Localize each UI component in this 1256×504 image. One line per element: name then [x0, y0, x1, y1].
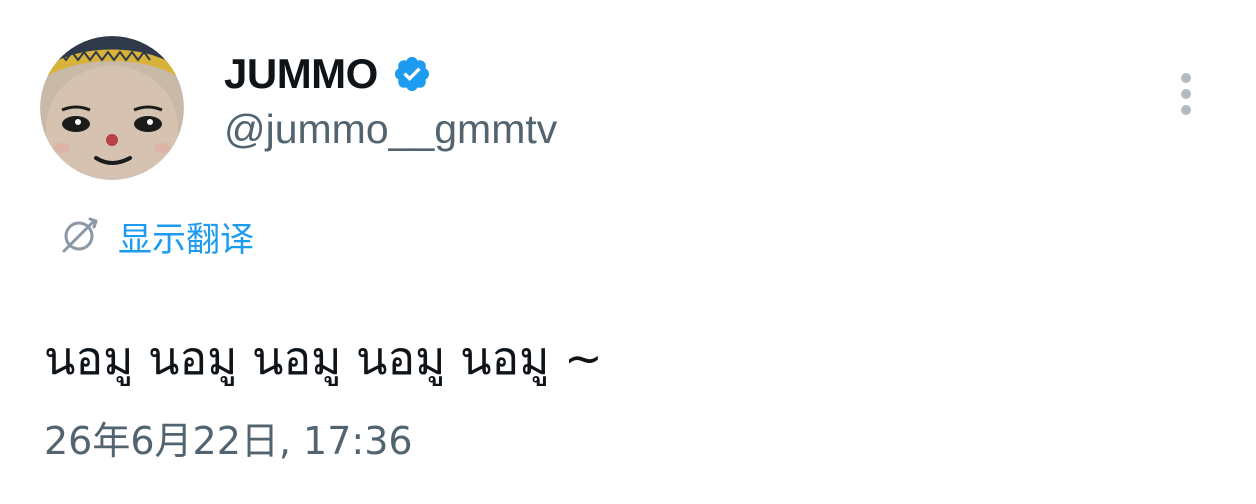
mascot-avatar-icon	[40, 36, 184, 180]
more-vertical-icon-dot	[1181, 105, 1191, 115]
tweet-card: JUMMO @jummo__gmmtv 显示翻译 นอมู นอมู นอมู …	[0, 0, 1256, 504]
verified-badge-icon[interactable]	[392, 54, 432, 94]
more-options-button[interactable]	[1166, 66, 1206, 122]
show-translation-button[interactable]: 显示翻译	[58, 212, 254, 260]
tweet-text: นอมู นอมู นอมู นอมู นอมู ~	[44, 331, 603, 385]
more-vertical-icon	[1181, 73, 1191, 83]
display-name[interactable]: JUMMO	[224, 50, 378, 98]
avatar[interactable]	[40, 36, 184, 180]
author-handle[interactable]: @jummo__gmmtv	[224, 106, 557, 153]
tweet-timestamp[interactable]: 26年6月22日, 17:36	[44, 410, 413, 465]
more-vertical-icon-dot	[1181, 89, 1191, 99]
show-translation-label: 显示翻译	[118, 219, 254, 260]
translate-globe-icon	[58, 215, 100, 257]
author-name-row: JUMMO	[224, 46, 432, 102]
